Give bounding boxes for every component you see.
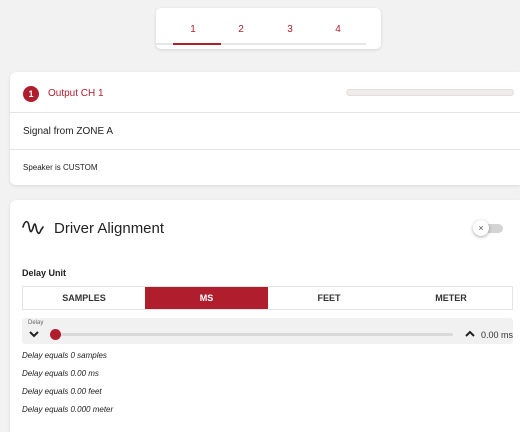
divider bbox=[10, 112, 520, 113]
delay-unit-label: Delay Unit bbox=[22, 268, 67, 278]
active-tab-indicator bbox=[173, 43, 221, 45]
delay-meter-text: Delay equals 0.000 meter bbox=[22, 405, 114, 414]
delay-feet-text: Delay equals 0.00 feet bbox=[22, 387, 102, 396]
delay-slider-thumb[interactable] bbox=[50, 329, 61, 340]
delay-ms-text: Delay equals 0.00 ms bbox=[22, 369, 99, 378]
output-title: Output CH 1 bbox=[48, 88, 104, 99]
delay-value: 0.00 ms bbox=[481, 330, 514, 340]
unit-samples-button[interactable]: SAMPLES bbox=[23, 287, 145, 309]
close-icon: × bbox=[473, 220, 489, 236]
delay-samples-text: Delay equals 0 samples bbox=[22, 351, 107, 360]
waveform-icon bbox=[22, 220, 44, 235]
tab-channel-1[interactable]: 1 bbox=[178, 24, 208, 35]
delay-slider-box: Delay 0.00 ms bbox=[22, 318, 513, 344]
driver-alignment-toggle[interactable]: × bbox=[473, 220, 503, 236]
tab-channel-3[interactable]: 3 bbox=[275, 24, 305, 35]
delay-slider-track[interactable] bbox=[56, 333, 453, 336]
tab-channel-4[interactable]: 4 bbox=[323, 24, 353, 35]
speaker-type-text: Speaker is CUSTOM bbox=[23, 163, 98, 172]
output-level-meter bbox=[346, 89, 514, 96]
delay-slider-caption: Delay bbox=[28, 320, 44, 326]
tab-channel-2[interactable]: 2 bbox=[226, 24, 256, 35]
driver-alignment-title: Driver Alignment bbox=[54, 220, 165, 237]
unit-meter-button[interactable]: METER bbox=[390, 287, 512, 309]
driver-alignment-card: Driver Alignment × Delay Unit SAMPLES MS… bbox=[10, 200, 520, 432]
output-card: 1 Output CH 1 Signal from ZONE A Speaker… bbox=[10, 72, 520, 185]
chevron-down-icon[interactable] bbox=[28, 329, 40, 339]
unit-ms-button[interactable]: MS bbox=[145, 287, 268, 309]
chevron-up-icon[interactable] bbox=[464, 329, 476, 339]
output-number-badge: 1 bbox=[23, 86, 39, 102]
signal-source-text: Signal from ZONE A bbox=[23, 126, 114, 137]
unit-feet-button[interactable]: FEET bbox=[268, 287, 390, 309]
divider bbox=[10, 149, 520, 150]
delay-unit-selector: SAMPLES MS FEET METER bbox=[22, 286, 513, 310]
